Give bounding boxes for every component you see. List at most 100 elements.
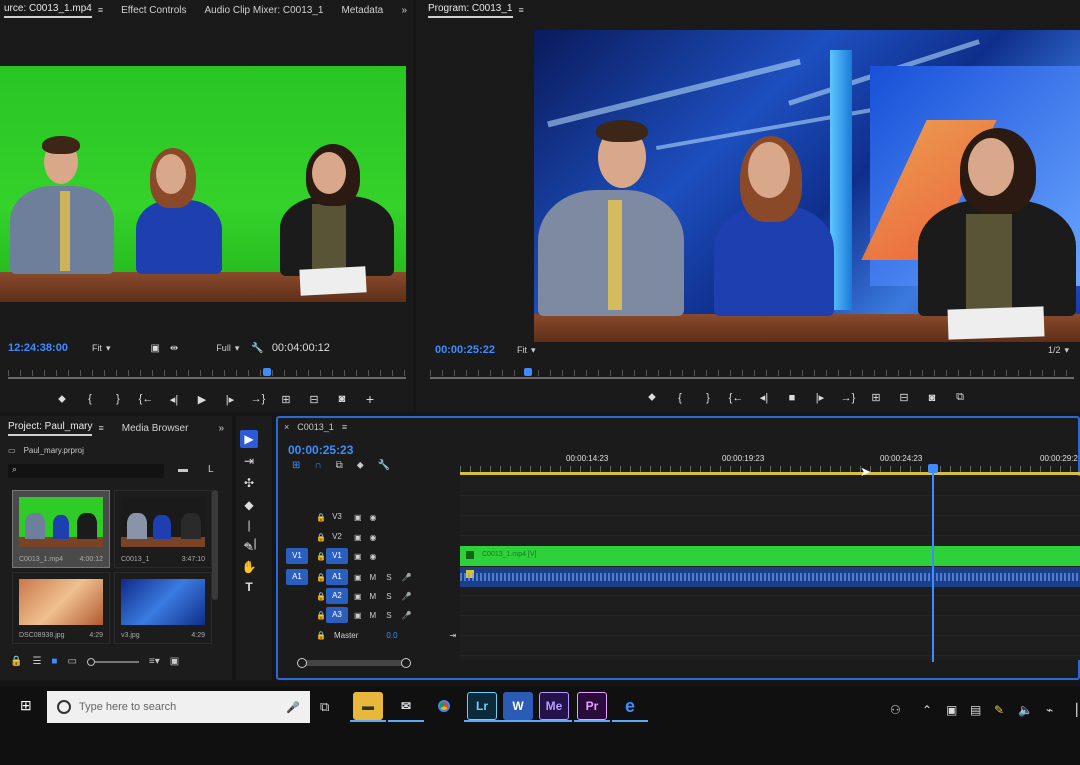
sync-lock-icon[interactable]: ▣: [354, 592, 362, 601]
new-bin-icon[interactable]: ▬: [178, 464, 188, 475]
lock-icon[interactable]: 🔒: [316, 592, 326, 601]
step-forward-icon[interactable]: |▸: [806, 391, 834, 404]
tray-app-icon[interactable]: ▣: [946, 703, 957, 717]
sync-lock-icon[interactable]: ▣: [354, 573, 362, 582]
insert-icon[interactable]: ⊞: [272, 393, 300, 406]
track-label[interactable]: A1: [325, 569, 348, 585]
wrench-icon[interactable]: 🔧: [378, 460, 390, 471]
lock-icon[interactable]: 🔒: [316, 611, 326, 620]
lock-icon[interactable]: 🔒: [316, 533, 326, 542]
mic-icon[interactable]: 🎤: [402, 592, 412, 601]
camera-icon[interactable]: ◙: [328, 393, 356, 405]
sync-lock-icon[interactable]: ▣: [354, 611, 362, 620]
icon-view-icon[interactable]: ■: [51, 656, 57, 667]
track-select-icon[interactable]: ⇥: [240, 452, 258, 470]
tab-source[interactable]: urce: C0013_1.mp4: [4, 3, 92, 18]
add-marker-icon[interactable]: ⬥: [357, 460, 364, 471]
chrome-icon[interactable]: [429, 692, 459, 720]
sync-lock-icon[interactable]: ▣: [354, 533, 362, 542]
lock-icon[interactable]: 🔒: [10, 656, 22, 667]
slip-icon[interactable]: |↔|: [240, 516, 258, 550]
program-zoom-dropdown[interactable]: Fit ▾: [517, 345, 536, 356]
panel-menu-icon[interactable]: ≡: [98, 5, 103, 15]
panel-overflow-icon[interactable]: »: [218, 423, 224, 434]
chevron-up-icon[interactable]: ⌃: [922, 703, 932, 717]
sync-lock-icon[interactable]: ▣: [354, 513, 362, 522]
lock-icon[interactable]: 🔒: [316, 631, 326, 640]
lightroom-icon[interactable]: Lr: [467, 692, 497, 720]
eye-icon[interactable]: ◉: [370, 552, 377, 561]
mark-out-icon[interactable]: }: [694, 392, 722, 404]
lock-icon[interactable]: 🔒: [316, 513, 326, 522]
selection-tool-icon[interactable]: ▶: [240, 430, 258, 448]
tab-media-browser[interactable]: Media Browser: [122, 423, 189, 434]
task-view-icon[interactable]: ⧉: [320, 699, 329, 715]
edge-icon[interactable]: e: [615, 692, 645, 720]
sync-lock-icon[interactable]: ▣: [354, 552, 362, 561]
insert-sequence-icon[interactable]: ⊞: [292, 460, 300, 471]
mute-button[interactable]: M: [370, 611, 377, 620]
freeform-view-icon[interactable]: ▭: [67, 656, 76, 667]
timeline-playhead[interactable]: [932, 466, 934, 662]
go-to-out-icon[interactable]: →}: [244, 393, 272, 405]
go-to-end-icon[interactable]: ⇥: [450, 631, 457, 640]
panel-menu-icon[interactable]: ≡: [98, 423, 103, 433]
premiere-pro-icon[interactable]: Pr: [577, 692, 607, 720]
source-resolution-dropdown[interactable]: Full ▾: [216, 343, 239, 354]
go-to-out-icon[interactable]: →}: [834, 392, 862, 404]
program-scrubber[interactable]: [430, 368, 1074, 382]
camera-icon[interactable]: ◙: [918, 392, 946, 404]
solo-button[interactable]: S: [386, 611, 391, 620]
list-view-icon[interactable]: ☰: [32, 656, 41, 667]
add-button[interactable]: +: [356, 391, 384, 407]
eye-icon[interactable]: ◉: [370, 533, 377, 542]
start-button[interactable]: ⊞: [20, 697, 32, 714]
panel-menu-icon[interactable]: ≡: [519, 5, 524, 15]
close-icon[interactable]: ×: [284, 422, 289, 432]
mark-in-icon[interactable]: {: [76, 393, 104, 405]
media-encoder-icon[interactable]: Me: [539, 692, 569, 720]
mute-button[interactable]: M: [370, 573, 377, 582]
wrench-icon[interactable]: 🔧: [251, 343, 263, 354]
add-marker-icon[interactable]: ⬥: [638, 391, 666, 404]
people-icon[interactable]: ⚇: [890, 703, 901, 717]
snap-icon[interactable]: ∩: [314, 460, 321, 471]
source-scrubber[interactable]: [8, 368, 406, 382]
taskbar-search-input[interactable]: Type here to search 🎤: [47, 691, 310, 723]
linked-selection-icon[interactable]: ⧉: [336, 460, 343, 471]
program-resolution-dropdown[interactable]: 1/2 ▾: [1048, 345, 1069, 356]
import-icon[interactable]: L: [208, 464, 214, 475]
go-to-in-icon[interactable]: {←: [722, 392, 750, 404]
source-patch-empty[interactable]: [286, 509, 308, 525]
tab-audio-clip-mixer[interactable]: Audio Clip Mixer: C0013_1: [205, 5, 324, 16]
panel-overflow-icon[interactable]: »: [401, 5, 407, 16]
go-to-in-icon[interactable]: {←: [132, 393, 160, 405]
play-icon[interactable]: ▶: [188, 393, 216, 406]
lock-icon[interactable]: 🔒: [316, 552, 326, 561]
project-item[interactable]: DSC08938.jpg 4:29: [12, 572, 110, 644]
compare-icon[interactable]: ⧉: [946, 391, 974, 404]
panel-menu-icon[interactable]: ≡: [342, 422, 347, 432]
step-forward-icon[interactable]: |▸: [216, 393, 244, 406]
work-area-bar[interactable]: [460, 472, 1080, 475]
tab-program[interactable]: Program: C0013_1: [428, 3, 513, 18]
track-label[interactable]: V2: [326, 529, 348, 545]
lock-icon[interactable]: 🔒: [316, 573, 326, 582]
project-item[interactable]: v3.jpg 4:29: [114, 572, 212, 644]
dropdown-video-icon[interactable]: ⇹: [170, 343, 178, 354]
source-patch-v1[interactable]: V1: [286, 548, 308, 564]
tab-effect-controls[interactable]: Effect Controls: [121, 5, 186, 16]
program-playhead-timecode[interactable]: 00:00:25:22: [435, 344, 495, 356]
notifications-icon[interactable]: ▕: [1068, 703, 1077, 717]
source-patch-empty[interactable]: [286, 588, 308, 604]
mute-button[interactable]: M: [370, 592, 377, 601]
source-patch-empty[interactable]: [286, 607, 308, 623]
step-back-icon[interactable]: ◂|: [750, 391, 778, 404]
video-clip[interactable]: C0013_1.mp4 [V]: [460, 546, 1080, 566]
file-explorer-icon[interactable]: ▬: [353, 692, 383, 720]
solo-button[interactable]: S: [386, 573, 391, 582]
source-zoom-dropdown[interactable]: Fit ▾: [92, 343, 111, 354]
stop-icon[interactable]: ■: [778, 392, 806, 404]
master-level[interactable]: 0.0: [386, 631, 397, 640]
extract-icon[interactable]: ⊟: [890, 391, 918, 404]
